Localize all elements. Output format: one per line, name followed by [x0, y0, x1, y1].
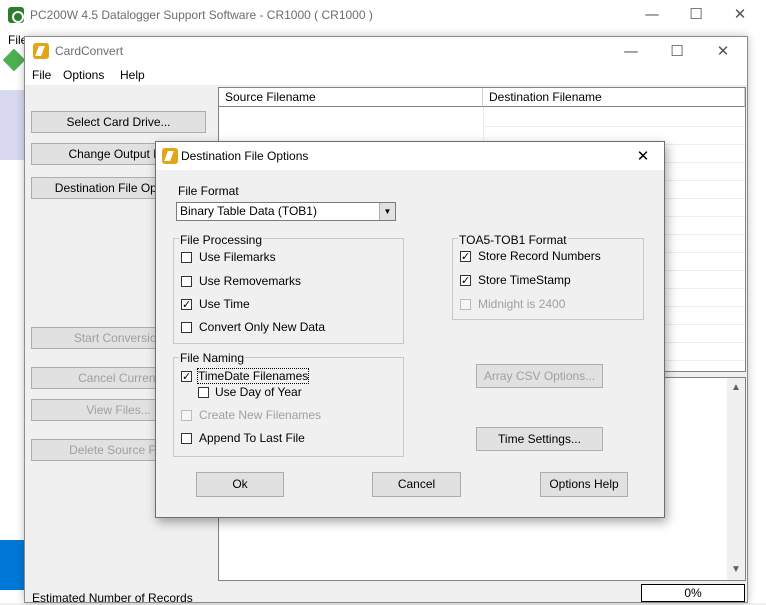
midnight-2400-label[interactable]: Midnight is 2400 — [478, 297, 565, 311]
toa5-tob1-format-title: TOA5-TOB1 Format — [458, 233, 568, 247]
pc200w-minimize-button[interactable]: — — [630, 0, 674, 28]
log-scrollbar[interactable]: ▲ ▼ — [727, 378, 745, 580]
pc200w-app-icon — [8, 7, 24, 23]
file-format-select[interactable]: Binary Table Data (TOB1) ▼ — [176, 202, 396, 221]
menu-help[interactable]: Help — [120, 68, 145, 82]
destination-file-options-dialog: Destination File Options ✕ File Format B… — [155, 141, 665, 518]
file-naming-title: File Naming — [179, 351, 246, 365]
use-removemarks-label[interactable]: Use Removemarks — [199, 274, 301, 288]
create-new-filenames-label[interactable]: Create New Filenames — [199, 408, 321, 422]
dialog-close-button[interactable]: ✕ — [622, 142, 664, 170]
column-header-source[interactable]: Source Filename — [219, 88, 483, 107]
cardconvert-maximize-button[interactable]: ☐ — [655, 37, 699, 65]
cardconvert-menubar: File Options Help — [25, 65, 747, 85]
store-record-numbers-checkbox[interactable]: ✓ — [460, 251, 471, 262]
convert-only-new-data-checkbox[interactable] — [181, 322, 192, 333]
pc200w-side-panel — [0, 90, 24, 160]
array-csv-options-button[interactable]: Array CSV Options... — [476, 364, 603, 388]
use-filemarks-checkbox[interactable] — [181, 252, 192, 263]
pc200w-toolbar-icon[interactable] — [2, 48, 26, 72]
scroll-up-arrow-icon[interactable]: ▲ — [731, 382, 741, 393]
pc200w-title: PC200W 4.5 Datalogger Support Software -… — [30, 8, 373, 22]
cardconvert-title: CardConvert — [55, 44, 124, 58]
append-to-last-file-checkbox[interactable] — [181, 433, 192, 444]
time-settings-button[interactable]: Time Settings... — [476, 427, 603, 451]
menu-file[interactable]: File — [32, 68, 51, 82]
timedate-filenames-label[interactable]: TimeDate Filenames — [196, 368, 310, 384]
scroll-down-arrow-icon[interactable]: ▼ — [731, 564, 741, 575]
cardconvert-minimize-button[interactable]: — — [609, 37, 653, 65]
use-day-of-year-checkbox[interactable] — [198, 387, 209, 398]
use-day-of-year-label[interactable]: Use Day of Year — [215, 385, 302, 399]
cardconvert-app-icon — [33, 43, 49, 59]
pc200w-maximize-button[interactable]: ☐ — [674, 0, 718, 28]
create-new-filenames-checkbox[interactable] — [181, 410, 192, 421]
use-time-label[interactable]: Use Time — [199, 297, 250, 311]
cancel-button[interactable]: Cancel — [372, 472, 461, 497]
menu-options[interactable]: Options — [63, 68, 104, 82]
convert-only-new-data-label[interactable]: Convert Only New Data — [199, 320, 325, 334]
dialog-title: Destination File Options — [181, 149, 309, 163]
store-record-numbers-label[interactable]: Store Record Numbers — [478, 249, 601, 263]
file-format-value: Binary Table Data (TOB1) — [180, 204, 317, 218]
use-time-checkbox[interactable]: ✓ — [181, 299, 192, 310]
midnight-2400-checkbox[interactable] — [460, 299, 471, 310]
cardconvert-close-button[interactable]: ✕ — [701, 37, 745, 65]
pc200w-close-button[interactable]: ✕ — [718, 0, 762, 28]
file-processing-title: File Processing — [179, 233, 264, 247]
progress-indicator: 0% — [641, 584, 745, 602]
use-removemarks-checkbox[interactable] — [181, 276, 192, 287]
file-format-label: File Format — [178, 184, 239, 198]
column-header-destination[interactable]: Destination Filename — [483, 88, 745, 107]
ok-button[interactable]: Ok — [196, 472, 284, 497]
store-timestamp-label[interactable]: Store TimeStamp — [478, 273, 571, 287]
select-card-drive-button[interactable]: Select Card Drive... — [31, 111, 206, 133]
chevron-down-icon[interactable]: ▼ — [379, 203, 395, 220]
append-to-last-file-label[interactable]: Append To Last File — [199, 431, 305, 445]
dialog-app-icon — [162, 148, 178, 164]
list-grid-line — [483, 126, 745, 127]
timedate-filenames-checkbox[interactable]: ✓ — [181, 371, 192, 382]
options-help-button[interactable]: Options Help — [540, 472, 628, 497]
store-timestamp-checkbox[interactable]: ✓ — [460, 275, 471, 286]
use-filemarks-label[interactable]: Use Filemarks — [199, 250, 276, 264]
pc200w-side-panel-bottom — [0, 540, 24, 590]
